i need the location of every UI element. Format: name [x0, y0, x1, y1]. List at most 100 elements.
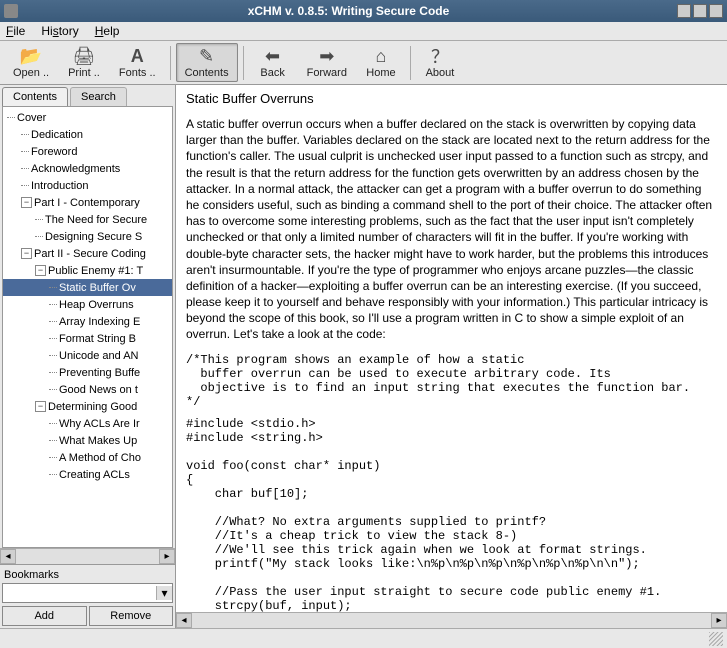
tree-item-label: Unicode and AN — [59, 350, 139, 362]
tree-item[interactable]: A Method of Cho — [3, 449, 172, 466]
tree-item[interactable]: Array Indexing E — [3, 313, 172, 330]
tree-item-label: Foreword — [31, 146, 77, 158]
tree-item[interactable]: Heap Overruns — [3, 296, 172, 313]
forward-icon: ➡ — [319, 46, 334, 66]
side-panel: Contents Search Cover Dedication Foreword A… — [0, 85, 176, 628]
contents-icon: ✎ — [199, 46, 214, 66]
tree-toggle[interactable]: − — [21, 248, 32, 259]
home-button[interactable]: ⌂Home — [357, 43, 405, 82]
tree-item[interactable]: The Need for Secure — [3, 211, 172, 228]
tree-hscroll[interactable]: ◂ ▸ — [0, 548, 175, 564]
close-button[interactable] — [709, 4, 723, 18]
tree-item[interactable]: Unicode and AN — [3, 347, 172, 364]
tree-item[interactable]: What Makes Up — [3, 432, 172, 449]
tree-item[interactable]: Introduction — [3, 177, 172, 194]
tree-item[interactable]: Why ACLs Are Ir — [3, 415, 172, 432]
app-icon — [4, 4, 18, 18]
content-body[interactable]: Static Buffer Overruns A static buffer o… — [176, 85, 727, 612]
toolbar-separator — [170, 46, 171, 80]
tree-item[interactable]: −Part II - Secure Coding — [3, 245, 172, 262]
contents-button[interactable]: ✎Contents — [176, 43, 238, 82]
menu-history[interactable]: History — [41, 24, 78, 38]
tree-item-label: Determining Good — [48, 401, 137, 413]
statusbar — [0, 628, 727, 648]
tree-item-label: Acknowledgments — [31, 163, 120, 175]
tree-item-label: Preventing Buffe — [59, 367, 140, 379]
code-block: #include <stdio.h> #include <string.h> v… — [186, 417, 717, 612]
tree-item-label: Introduction — [31, 180, 88, 192]
tree-view[interactable]: Cover Dedication Foreword Acknowledgments In… — [2, 106, 173, 548]
toolbar-separator — [243, 46, 244, 80]
about-button[interactable]: ？About — [416, 43, 464, 82]
tree-item[interactable]: −Determining Good — [3, 398, 172, 415]
tree-item[interactable]: Dedication — [3, 126, 172, 143]
window-title: xCHM v. 0.8.5: Writing Secure Code — [22, 4, 675, 18]
tree-item-label: Part II - Secure Coding — [34, 248, 146, 260]
maximize-button[interactable] — [693, 4, 707, 18]
tree-item-label: Good News on t — [59, 384, 138, 396]
titlebar: xCHM v. 0.8.5: Writing Secure Code — [0, 0, 727, 22]
tree-item-label: The Need for Secure — [45, 214, 147, 226]
content-hscroll[interactable]: ◂ ▸ — [176, 612, 727, 628]
tree-item[interactable]: −Public Enemy #1: T — [3, 262, 172, 279]
scroll-right-icon[interactable]: ▸ — [159, 549, 175, 564]
tree-item-label: Static Buffer Ov — [59, 282, 136, 294]
page-heading: Static Buffer Overruns — [186, 91, 717, 106]
bookmarks-combo[interactable]: ▾ — [2, 583, 173, 603]
toolbar: 📂Open .. 🖨Print .. AFonts .. ✎Contents ⬅… — [0, 41, 727, 85]
menubar: File History Help — [0, 22, 727, 41]
add-bookmark-button[interactable]: Add — [2, 606, 87, 626]
fonts-button[interactable]: AFonts .. — [110, 43, 165, 82]
tree-item[interactable]: Format String B — [3, 330, 172, 347]
menu-file[interactable]: File — [6, 24, 25, 38]
sidebar-tabs: Contents Search — [0, 85, 175, 106]
tree-item-label: Dedication — [31, 129, 83, 141]
tree-item-label: Public Enemy #1: T — [48, 265, 143, 277]
menu-help[interactable]: Help — [95, 24, 120, 38]
tree-toggle[interactable]: − — [35, 401, 46, 412]
resize-grip[interactable] — [709, 632, 723, 646]
tree-item[interactable]: Good News on t — [3, 381, 172, 398]
about-icon: ？ — [431, 46, 449, 66]
home-icon: ⌂ — [376, 46, 387, 66]
print-icon: 🖨 — [73, 46, 96, 66]
tab-contents[interactable]: Contents — [2, 87, 68, 106]
open-icon: 📂 — [20, 46, 42, 66]
tree-item-label: Why ACLs Are Ir — [59, 418, 140, 430]
code-block: /*This program shows an example of how a… — [186, 353, 717, 409]
tree-toggle[interactable]: − — [35, 265, 46, 276]
tree-item[interactable]: −Part I - Contemporary — [3, 194, 172, 211]
tree-item[interactable]: Foreword — [3, 143, 172, 160]
scroll-right-icon[interactable]: ▸ — [711, 613, 727, 628]
tree-item-label: Cover — [17, 112, 46, 124]
minimize-button[interactable] — [677, 4, 691, 18]
tree-item[interactable]: Cover — [3, 109, 172, 126]
print-button[interactable]: 🖨Print .. — [59, 43, 109, 82]
tree-item-label: Array Indexing E — [59, 316, 140, 328]
bookmarks-panel: Bookmarks ▾ Add Remove — [0, 564, 175, 628]
open-button[interactable]: 📂Open .. — [4, 43, 58, 82]
tab-search[interactable]: Search — [70, 87, 127, 106]
scroll-left-icon[interactable]: ◂ — [176, 613, 192, 628]
tree-item[interactable]: Creating ACLs — [3, 466, 172, 483]
bookmarks-label: Bookmarks — [2, 567, 173, 583]
tree-item-label: Part I - Contemporary — [34, 197, 140, 209]
dropdown-icon[interactable]: ▾ — [156, 586, 172, 600]
toolbar-separator — [410, 46, 411, 80]
tree-item[interactable]: Designing Secure S — [3, 228, 172, 245]
forward-button[interactable]: ➡Forward — [298, 43, 356, 82]
tree-item[interactable]: Static Buffer Ov — [3, 279, 172, 296]
remove-bookmark-button[interactable]: Remove — [89, 606, 174, 626]
tree-item-label: Format String B — [59, 333, 136, 345]
tree-item[interactable]: Preventing Buffe — [3, 364, 172, 381]
tree-item-label: A Method of Cho — [59, 452, 141, 464]
tree-toggle[interactable]: − — [21, 197, 32, 208]
back-icon: ⬅ — [265, 46, 280, 66]
tree-item-label: What Makes Up — [59, 435, 137, 447]
scroll-left-icon[interactable]: ◂ — [0, 549, 16, 564]
back-button[interactable]: ⬅Back — [249, 43, 297, 82]
tree-item-label: Heap Overruns — [59, 299, 134, 311]
tree-item-label: Designing Secure S — [45, 231, 142, 243]
tree-item[interactable]: Acknowledgments — [3, 160, 172, 177]
fonts-icon: A — [131, 46, 144, 66]
